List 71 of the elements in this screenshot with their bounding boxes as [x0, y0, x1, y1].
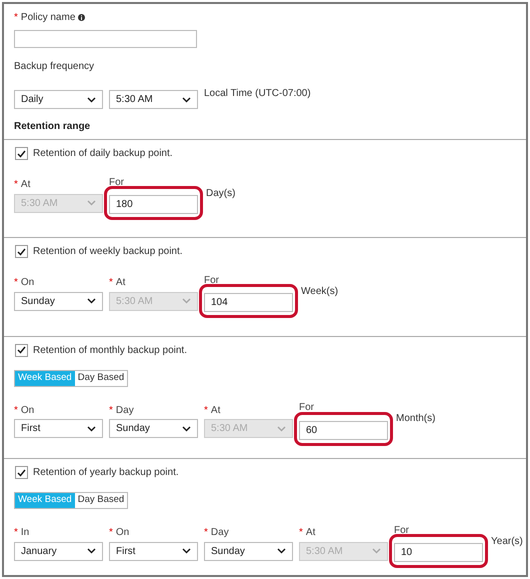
chevron-down-icon — [87, 96, 96, 102]
section-label: Backup frequency — [14, 60, 96, 74]
field-label: At — [20, 178, 30, 192]
dropdown[interactable]: First — [14, 419, 103, 438]
chevron-down-icon — [182, 298, 191, 304]
dropdown[interactable]: Sunday — [14, 292, 103, 311]
dropdown[interactable]: First — [109, 542, 198, 560]
dropdown[interactable]: January — [14, 542, 103, 560]
checkbox-label: Retention of weekly backup point. — [33, 245, 183, 260]
required-asterisk: * — [204, 526, 208, 540]
checkmark-icon — [17, 346, 26, 354]
checkbox[interactable] — [15, 245, 28, 258]
field-label: At — [116, 276, 126, 290]
checkmark-icon — [17, 248, 26, 256]
field-label: For — [204, 274, 219, 288]
checkbox[interactable] — [15, 344, 28, 357]
chevron-down-icon — [372, 548, 381, 554]
required-asterisk: * — [109, 526, 113, 540]
chevron-down-icon — [182, 548, 191, 554]
checkbox[interactable] — [15, 466, 28, 479]
chevron-down-icon — [87, 426, 96, 432]
input-field[interactable]: 60 — [299, 420, 388, 440]
field-label: Day — [210, 526, 229, 540]
chevron-down-icon — [87, 200, 96, 206]
input-field[interactable] — [14, 30, 197, 48]
chevron-down-icon — [277, 426, 286, 432]
chevron-down-icon — [182, 426, 191, 432]
chevron-down-icon — [87, 298, 96, 304]
unit-label: Year(s) — [491, 534, 523, 548]
dropdown[interactable]: 5:30 AM — [109, 90, 198, 109]
field-label: At — [306, 526, 316, 540]
dropdown[interactable]: Sunday — [204, 542, 293, 560]
dropdown[interactable]: Daily — [14, 90, 103, 109]
checkbox-label: Retention of monthly backup point. — [33, 344, 187, 358]
chevron-down-icon — [277, 548, 286, 554]
checkbox[interactable] — [15, 147, 28, 160]
field-label: For — [109, 176, 124, 190]
field-label: For — [299, 401, 314, 416]
checkbox-label: Retention of daily backup point. — [33, 147, 173, 161]
field-label: On — [20, 404, 34, 418]
field-label: In — [20, 526, 30, 540]
checkbox-label: Retention of yearly backup point. — [33, 466, 179, 480]
timezone-note: Local Time (UTC-07:00) — [204, 87, 311, 101]
checkmark-icon — [17, 150, 26, 158]
unit-label: Month(s) — [396, 412, 436, 426]
input-field[interactable]: 104 — [204, 293, 293, 312]
field-label: At — [210, 404, 220, 418]
required-asterisk: * — [14, 404, 18, 418]
required-asterisk: * — [14, 11, 18, 25]
required-asterisk: * — [299, 526, 303, 540]
field-label: On — [20, 276, 34, 290]
dropdown[interactable]: Sunday — [109, 419, 198, 438]
input-field[interactable]: 10 — [394, 543, 483, 562]
required-asterisk: * — [14, 526, 18, 540]
unit-label: Day(s) — [206, 186, 236, 200]
required-asterisk: * — [14, 178, 18, 192]
required-asterisk: * — [204, 404, 208, 418]
field-label: On — [116, 526, 130, 540]
unit-label: Week(s) — [301, 284, 338, 299]
section-title: Retention range — [14, 120, 92, 134]
chevron-down-icon — [182, 96, 191, 102]
required-asterisk: * — [14, 276, 18, 290]
input-field[interactable]: 180 — [109, 195, 198, 214]
required-asterisk: * — [109, 404, 113, 418]
chevron-down-icon — [87, 548, 96, 554]
field-label: For — [394, 524, 409, 538]
required-asterisk: * — [109, 276, 113, 290]
field-label: Day — [116, 404, 134, 418]
checkmark-icon — [17, 468, 26, 476]
field-label: Policy name — [20, 11, 76, 25]
info-icon — [78, 14, 86, 21]
